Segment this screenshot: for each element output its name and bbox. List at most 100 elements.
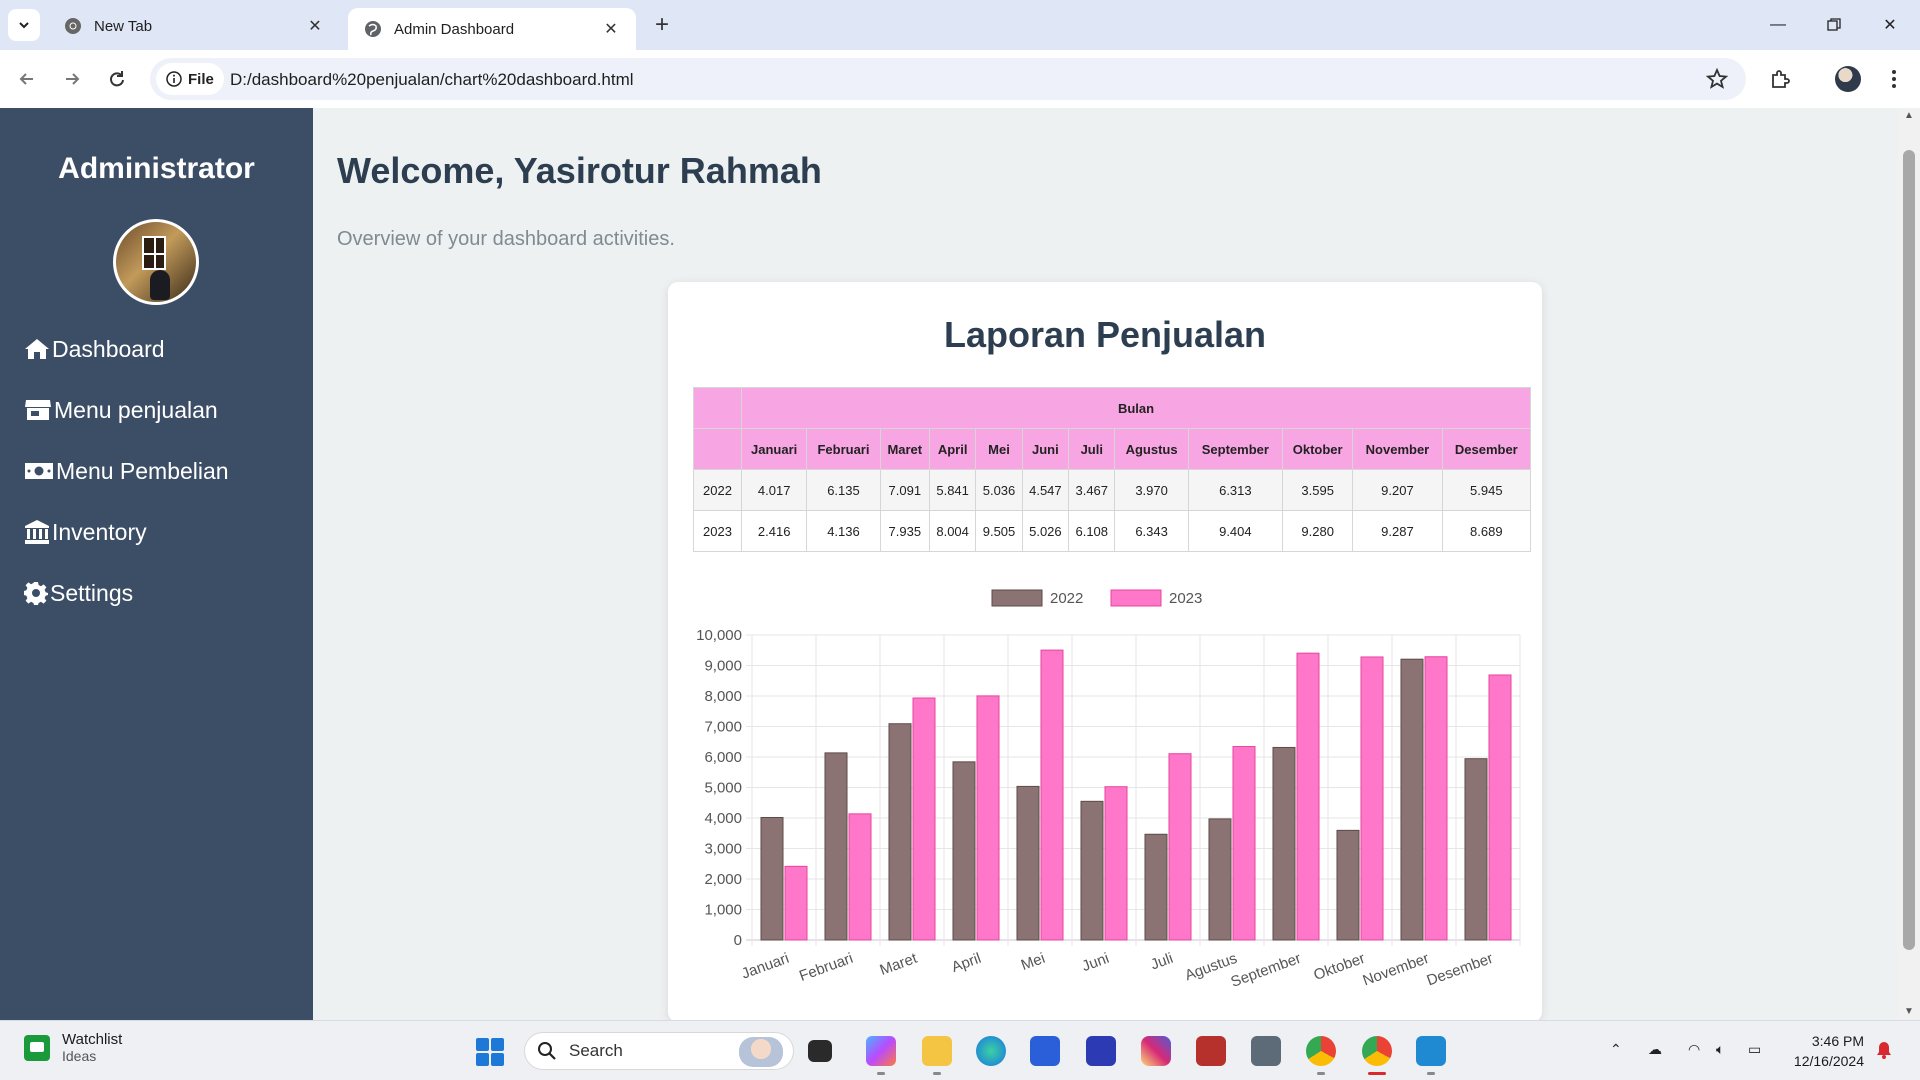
sidebar-item-label: Menu penjualan	[54, 396, 218, 423]
table-header-cell: Agustus	[1114, 428, 1189, 470]
address-bar[interactable]: File D:/dashboard%20penjualan/chart%20da…	[150, 58, 1746, 100]
table-cell: 9.287	[1352, 510, 1443, 552]
camera-icon[interactable]	[1251, 1036, 1281, 1066]
x-tick-label: Juni	[1080, 950, 1112, 975]
y-tick-label: 10,000	[696, 627, 742, 644]
table-cell: 4.136	[806, 510, 881, 552]
scroll-up-icon[interactable]: ▲	[1903, 110, 1915, 122]
sidebar-item-inventory[interactable]: Inventory	[24, 515, 147, 549]
restore-button[interactable]	[1820, 12, 1848, 38]
y-tick-label: 0	[734, 932, 742, 949]
close-window-button[interactable]: ✕	[1876, 12, 1904, 38]
bar-2022-juli	[1144, 833, 1168, 941]
forward-button[interactable]	[57, 64, 87, 94]
table-year-cell: 2022	[693, 469, 742, 511]
notification-bell-icon[interactable]	[1876, 1041, 1892, 1059]
x-tick-label: November	[1361, 950, 1432, 990]
edge-icon[interactable]	[976, 1036, 1006, 1066]
y-tick-label: 2,000	[704, 871, 742, 888]
legend-label: 2022	[1050, 590, 1083, 607]
x-tick-label: Februari	[797, 950, 855, 985]
x-tick-label: Mei	[1019, 950, 1048, 974]
task-view-icon[interactable]	[808, 1040, 832, 1062]
sales-bar-chart: 0 1,000 2,000 3,000 4,000 5,000 6,000 7,000 8,00…	[696, 589, 1521, 991]
sidebar-item-settings[interactable]: Settings	[24, 576, 133, 610]
table-cell: 5.945	[1441, 469, 1532, 511]
windows-logo-icon	[476, 1038, 489, 1051]
chrome-profile-icon[interactable]	[1306, 1036, 1336, 1066]
minimize-button[interactable]: —	[1764, 12, 1792, 38]
bar-2023-januari	[784, 865, 808, 941]
browser-menu-button[interactable]	[1880, 65, 1908, 93]
reload-button[interactable]	[102, 64, 132, 94]
puzzle-icon	[1772, 70, 1790, 88]
clock-time: 3:46 PM	[1811, 1033, 1864, 1049]
store-app-icon[interactable]	[1030, 1036, 1060, 1066]
table-header-cell: Maret	[879, 428, 930, 470]
url-text[interactable]: D:/dashboard%20penjualan/chart%20dashboa…	[230, 70, 634, 90]
clock[interactable]: 3:46 PM 12/16/2024	[1780, 1031, 1864, 1071]
new-tab-button[interactable]: +	[648, 11, 676, 39]
close-icon[interactable]: ✕	[600, 18, 622, 40]
access-icon[interactable]	[1196, 1036, 1226, 1066]
x-tick-label: Oktober	[1311, 950, 1367, 984]
vscode-icon[interactable]	[1416, 1036, 1446, 1066]
globe-icon	[365, 21, 381, 37]
report-title: Laporan Penjualan	[943, 314, 1267, 355]
widget-subtitle: Ideas	[62, 1048, 97, 1064]
start-button[interactable]	[476, 1038, 504, 1066]
tab-search-button[interactable]	[8, 9, 40, 41]
battery-icon[interactable]: ▭	[1748, 1041, 1761, 1058]
bar-2023-desember	[1488, 674, 1512, 941]
bar-2022-juni	[1080, 800, 1104, 941]
sidebar-item-label: Menu Pembelian	[56, 457, 229, 484]
taskbar: Watchlist Ideas Search ⌃ ☁ ◠ 🔈︎ ▭ 3:46 P…	[0, 1020, 1920, 1080]
chevron-up-icon[interactable]: ⌃	[1610, 1041, 1622, 1058]
site-info-chip[interactable]: File	[156, 63, 224, 95]
bar-2023-maret	[912, 697, 936, 941]
file-explorer-icon[interactable]	[922, 1036, 952, 1066]
copilot-icon[interactable]	[866, 1036, 896, 1066]
back-button[interactable]	[12, 64, 42, 94]
restore-icon	[1827, 18, 1841, 31]
volume-icon[interactable]: 🔈︎	[1716, 1041, 1724, 1058]
avatar	[1835, 66, 1861, 92]
bar-2023-februari	[848, 813, 872, 941]
tab-new-tab[interactable]: New Tab ✕	[48, 8, 340, 44]
close-icon[interactable]: ✕	[304, 15, 326, 37]
table-cell: 9.280	[1282, 510, 1354, 552]
star-icon[interactable]	[1706, 68, 1728, 90]
profile-button[interactable]	[1834, 65, 1862, 93]
sidebar-item-menu-pembelian[interactable]: Menu Pembelian	[24, 454, 229, 488]
table-cell: 5.026	[1021, 510, 1070, 552]
chrome-icon[interactable]	[1362, 1036, 1392, 1066]
sidebar-item-menu-penjualan[interactable]: Menu penjualan	[24, 393, 218, 427]
table-corner	[693, 428, 742, 470]
clock-date: 12/16/2024	[1793, 1053, 1864, 1069]
table-row: 2022 4.017 6.135 7.091 5.841 5.036 4.547 3.467 3…	[693, 469, 1532, 511]
widgets-button[interactable]: Watchlist Ideas	[24, 1031, 122, 1064]
y-tick-label: 7,000	[704, 719, 742, 736]
cloud-icon[interactable]: ☁	[1648, 1041, 1662, 1058]
x-tick-label: Desember	[1425, 950, 1496, 990]
legend-label: 2023	[1169, 590, 1202, 607]
pen-app-icon[interactable]	[1086, 1036, 1116, 1066]
legend-swatch-2023	[1110, 589, 1162, 607]
extensions-button[interactable]	[1766, 65, 1794, 93]
page-scrollbar[interactable]: ▲ ▼	[1898, 108, 1920, 1020]
y-tick-label: 5,000	[704, 780, 742, 797]
tab-admin-dashboard[interactable]: Admin Dashboard ✕	[348, 8, 636, 50]
table-cell: 6.135	[806, 469, 881, 511]
x-tick-label: Januari	[739, 950, 791, 983]
table-cell: 9.505	[975, 510, 1023, 552]
sidebar-item-dashboard[interactable]: Dashboard	[24, 332, 165, 366]
taskbar-search[interactable]: Search	[524, 1032, 794, 1070]
scroll-thumb[interactable]	[1903, 150, 1915, 950]
wifi-icon[interactable]: ◠	[1688, 1041, 1700, 1058]
instagram-icon[interactable]	[1141, 1036, 1171, 1066]
table-cell: 7.091	[879, 469, 930, 511]
arrow-left-icon	[19, 73, 33, 85]
scroll-down-icon[interactable]: ▼	[1903, 1006, 1915, 1018]
bar-2022-agustus	[1208, 818, 1232, 941]
widget-title: Watchlist	[62, 1031, 123, 1048]
